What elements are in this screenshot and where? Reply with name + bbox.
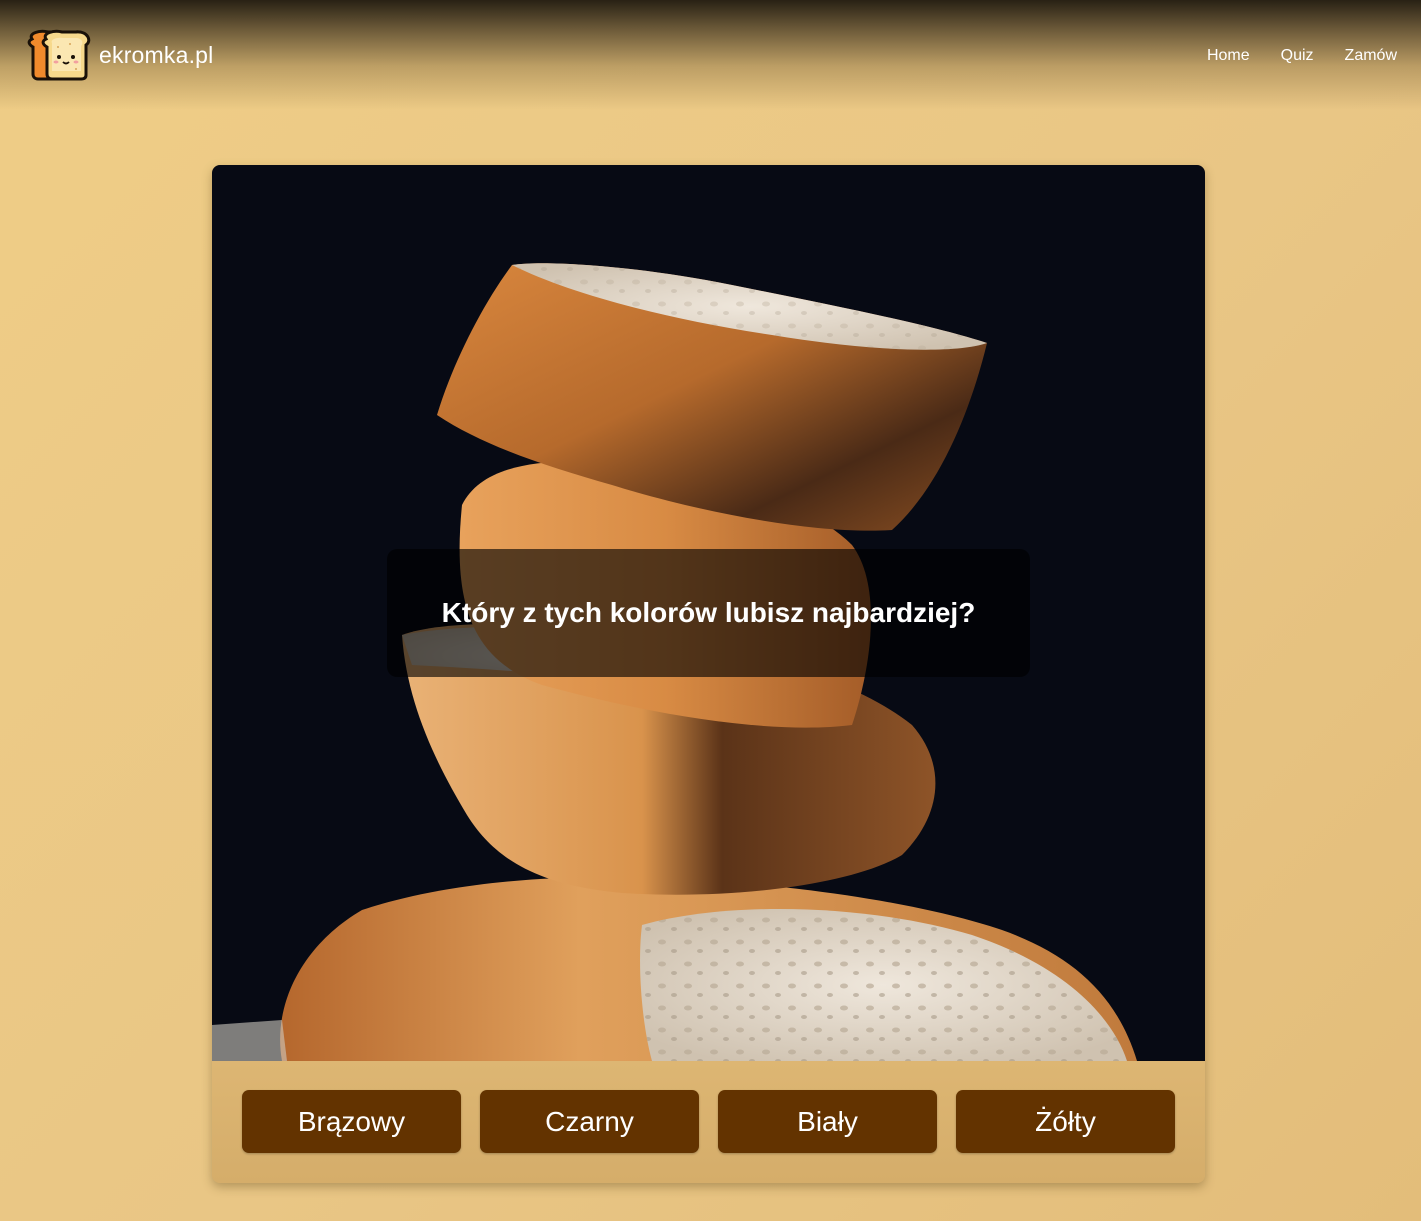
answer-button-yellow[interactable]: Żółty — [956, 1090, 1175, 1153]
answer-button-black[interactable]: Czarny — [480, 1090, 699, 1153]
question-text: Który z tych kolorów lubisz najbardziej? — [441, 597, 976, 628]
nav-quiz-link[interactable]: Quiz — [1281, 47, 1314, 65]
quiz-hero-image: Który z tych kolorów lubisz najbardziej? — [212, 165, 1205, 1061]
brand[interactable]: ekromka.pl — [26, 29, 213, 81]
toast-logo-icon — [26, 29, 92, 81]
nav-home-link[interactable]: Home — [1207, 47, 1250, 65]
site-header: ekromka.pl Home Quiz Zamów — [0, 0, 1421, 110]
nav-order-link[interactable]: Zamów — [1345, 47, 1397, 65]
answer-button-brown[interactable]: Brązowy — [242, 1090, 461, 1153]
brand-name[interactable]: ekromka.pl — [99, 42, 213, 69]
question-box: Który z tych kolorów lubisz najbardziej? — [387, 549, 1030, 677]
answer-options: Brązowy Czarny Biały Żółty — [212, 1061, 1205, 1183]
answer-button-white[interactable]: Biały — [718, 1090, 937, 1153]
quiz-card: Który z tych kolorów lubisz najbardziej?… — [212, 165, 1205, 1183]
main-nav: Home Quiz Zamów — [1207, 47, 1397, 65]
